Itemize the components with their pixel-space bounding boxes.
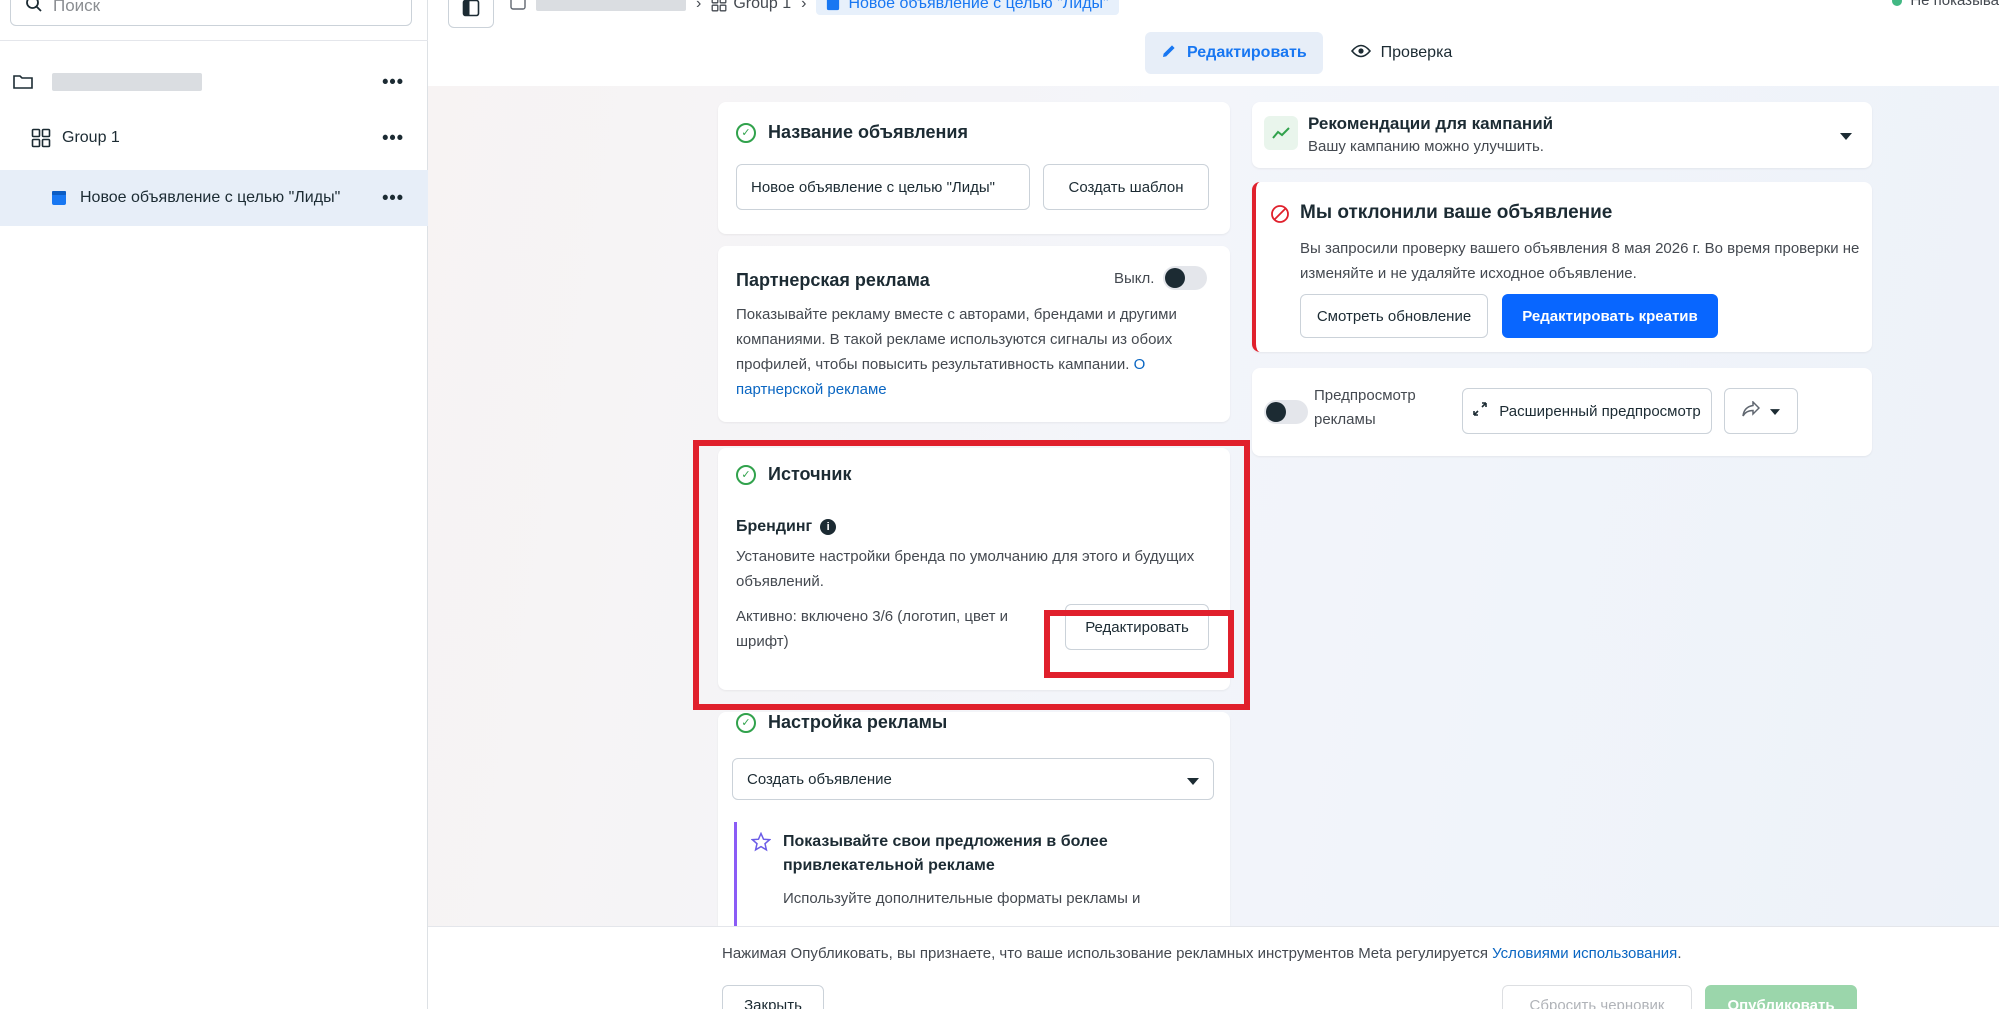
caret-down-icon [1770,403,1780,420]
breadcrumb-campaign-redacted[interactable] [536,0,686,11]
expanded-preview-label: Расширенный предпросмотр [1499,402,1701,420]
terms-link[interactable]: Условиями использования [1492,945,1677,962]
top-bar: › Group 1 › Новое объявление с целью "Ли… [428,0,1999,86]
check-circle-icon: ✓ [736,464,756,485]
sidebar-item-label: Group 1 [62,129,120,146]
breadcrumb: › Group 1 › Новое объявление с целью "Ли… [510,0,1119,16]
sidebar-item-label: Новое объявление с целью "Лиды" [80,189,341,206]
delivery-status: Не показыва [1892,0,1999,9]
grid-icon [30,127,52,149]
more-options-icon[interactable]: ••• [382,188,404,209]
ad-name-title: Название объявления [768,122,968,142]
branding-edit-button[interactable]: Редактировать [1065,604,1209,650]
more-options-icon[interactable]: ••• [382,128,404,149]
rejected-description: Вы запросили проверку вашего объявления … [1300,240,1860,282]
reset-draft-button[interactable]: Сбросить черновик [1502,985,1692,1009]
search-icon [25,0,43,18]
breadcrumb-group[interactable]: Group 1 [711,0,791,13]
recommendations-card[interactable]: Рекомендации для кампаний Вашу кампанию … [1252,102,1872,168]
recommendations-title: Рекомендации для кампаний [1308,114,1554,133]
branding-description: Установите настройки бренда по умолчанию… [736,548,1195,590]
pencil-icon [1161,43,1177,64]
ads-manager-editor: Поиск ••• Group 1 ••• Новое объявление с… [0,0,1999,1009]
caret-down-icon[interactable] [1840,128,1852,146]
promo-title: Показывайте свои предложения в более при… [783,833,1108,874]
rejected-title: Мы отклонили ваше объявление [1300,202,1613,223]
status-label: Не показыва [1910,0,1999,9]
sidebar-item-campaign[interactable]: ••• [0,54,428,110]
terms-note-text: Нажимая Опубликовать, вы признаете, что … [722,945,1493,962]
terms-note: Нажимая Опубликовать, вы признаете, что … [722,945,1681,962]
recommendations-subtitle: Вашу кампанию можно улучшить. [1308,138,1544,155]
breadcrumb-group-label: Group 1 [733,0,792,12]
tab-edit-label: Редактировать [1187,44,1307,61]
preview-toggle[interactable] [1264,400,1308,424]
ad-name-card: ✓ Название объявления Новое объявление с… [718,102,1230,234]
sidebar-item-ad[interactable]: Новое объявление с целью "Лиды" ••• [0,170,428,226]
partner-toggle-label: Выкл. [1114,270,1155,287]
ad-icon [48,187,70,209]
eye-icon [1350,44,1371,63]
mode-tabs: Редактировать Проверка [1145,32,1468,74]
tab-review[interactable]: Проверка [1335,32,1469,74]
check-circle-icon: ✓ [736,712,756,733]
ad-setup-select[interactable]: Создать объявление [732,758,1214,800]
ad-setup-card: ✓ Настройка рекламы Создать объявление П… [718,712,1230,952]
ad-name-input[interactable]: Новое объявление с целью "Лиды" [736,164,1030,210]
rejected-alert-card: Мы отклонили ваше объявление Вы запросил… [1252,182,1872,352]
info-icon[interactable]: i [820,519,837,535]
partner-description-text: Показывайте рекламу вместе с авторами, б… [736,306,1177,373]
folder-icon [12,71,34,93]
caret-down-icon [1187,773,1199,790]
panel-icon [462,0,480,22]
close-button[interactable]: Закрыть [722,985,824,1009]
main-area: ✓ Название объявления Новое объявление с… [428,86,1999,952]
search-placeholder: Поиск [53,0,101,15]
publish-button[interactable]: Опубликовать [1705,985,1857,1009]
sidebar: Поиск ••• Group 1 ••• Новое объявление с… [0,0,428,1009]
partner-ads-card: Партнерская реклама Выкл. Показывайте ре… [718,246,1230,422]
preview-card: Предпросмотр рекламы Расширенный предпро… [1252,368,1872,456]
status-dot-icon [1892,0,1903,6]
terms-note-suffix: . [1677,945,1682,962]
footer: Нажимая Опубликовать, вы признаете, что … [428,926,1999,1009]
sidebar-divider [0,40,428,41]
share-icon [1742,400,1761,421]
partner-description: Показывайте рекламу вместе с авторами, б… [736,302,1206,402]
tab-edit[interactable]: Редактировать [1145,32,1323,74]
ad-name-value: Новое объявление с целью "Лиды" [751,178,995,196]
check-circle-icon: ✓ [736,122,756,143]
sidebar-item-group[interactable]: Group 1 ••• [0,110,428,166]
tab-review-label: Проверка [1380,44,1453,61]
breadcrumb-ad[interactable]: Новое объявление с целью "Лиды" [816,0,1119,15]
create-template-button[interactable]: Создать шаблон [1043,164,1209,210]
sidebar-toggle-button[interactable] [448,0,494,28]
share-button[interactable] [1724,388,1798,434]
ad-setup-select-value: Создать объявление [747,770,892,788]
source-title: Источник [768,464,852,484]
expand-icon [1473,402,1488,420]
star-icon [750,831,772,857]
branding-title: Брендинг [736,518,813,535]
source-card: ✓ Источник Брендинг i Установите настрой… [718,448,1230,690]
promo-banner: Показывайте свои предложения в более при… [734,822,1214,942]
blocked-icon [1270,204,1290,229]
branding-active-status: Активно: включено 3/6 (логотип, цвет и ш… [736,608,1009,650]
promo-description: Используйте дополнительные форматы рекла… [783,890,1141,907]
trend-icon [1264,116,1298,150]
checkbox-icon[interactable] [510,0,526,15]
search-field[interactable]: Поиск [10,0,412,26]
chevron-right-icon: › [801,0,807,12]
edit-creative-button[interactable]: Редактировать креатив [1502,294,1718,338]
preview-label: Предпросмотр рекламы [1314,387,1416,428]
breadcrumb-ad-label: Новое объявление с целью "Лиды" [848,0,1109,12]
more-options-icon[interactable]: ••• [382,72,404,93]
view-update-button[interactable]: Смотреть обновление [1300,294,1488,338]
chevron-right-icon: › [696,0,702,12]
expanded-preview-button[interactable]: Расширенный предпросмотр [1462,388,1712,434]
ad-setup-title: Настройка рекламы [768,712,948,732]
partner-title: Партнерская реклама [736,270,930,290]
campaign-name-redacted [52,73,202,91]
partner-toggle[interactable] [1163,266,1207,290]
